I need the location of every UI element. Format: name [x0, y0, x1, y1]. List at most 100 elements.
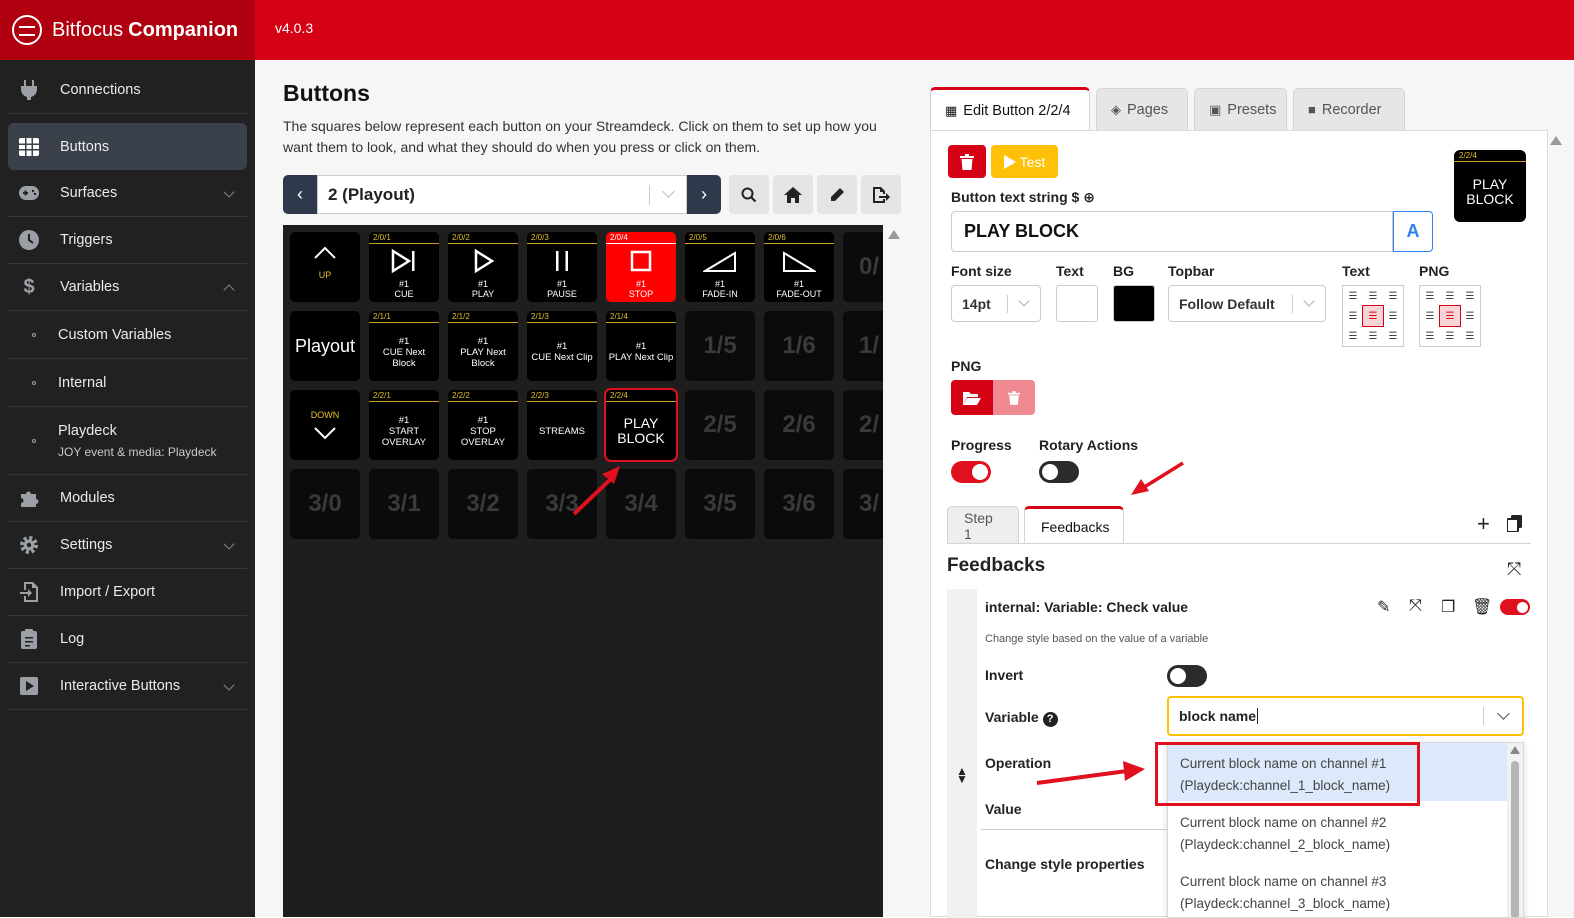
sidebar-item-log[interactable]: Log: [8, 616, 247, 663]
align-icon[interactable]: ☰: [1460, 306, 1480, 326]
sidebar-item-modules[interactable]: Modules: [8, 475, 247, 522]
button-stop[interactable]: 2/0/4 #1 STOP: [606, 232, 676, 302]
button-play[interactable]: 2/0/2 #1 PLAY: [448, 232, 518, 302]
align-icon[interactable]: ☰: [1363, 326, 1383, 346]
home-button[interactable]: [773, 175, 813, 214]
export-page-button[interactable]: [861, 175, 901, 214]
button-start-overlay[interactable]: 2/2/1 #1 START OVERLAY: [369, 390, 439, 460]
tab-edit-button[interactable]: ▦ Edit Button 2/2/4: [930, 87, 1090, 131]
button-text-input[interactable]: PLAY BLOCK: [951, 211, 1393, 252]
edit-page-button[interactable]: [817, 175, 857, 214]
panel-scroll-up-icon[interactable]: [1550, 136, 1562, 145]
sidebar-item-triggers[interactable]: Triggers: [8, 217, 247, 264]
align-icon[interactable]: ☰: [1343, 286, 1363, 306]
tab-step-1[interactable]: Step 1: [947, 506, 1019, 544]
align-icon[interactable]: ☰: [1363, 286, 1383, 306]
button-down[interactable]: DOWN: [290, 390, 360, 460]
feedback-enable-toggle[interactable]: [1500, 599, 1530, 615]
scroll-thumb[interactable]: [1511, 761, 1519, 917]
align-icon[interactable]: ☰: [1440, 286, 1460, 306]
button-cue-next-block[interactable]: 2/1/1 #1 CUE Next Block: [369, 311, 439, 381]
add-step-icon[interactable]: +: [1477, 511, 1490, 537]
bg-color-swatch[interactable]: [1113, 285, 1155, 322]
align-icon[interactable]: ☰: [1420, 286, 1440, 306]
png-clear-button[interactable]: [993, 380, 1035, 415]
button-empty[interactable]: 0/: [843, 232, 883, 302]
button-play-next-block[interactable]: 2/1/2 #1 PLAY Next Block: [448, 311, 518, 381]
align-icon[interactable]: ☰: [1383, 306, 1403, 326]
button-empty[interactable]: 3/2: [448, 469, 518, 539]
button-playout[interactable]: Playout: [290, 311, 360, 381]
sidebar-item-playdeck[interactable]: Playdeck JOY event & media: Playdeck: [8, 407, 247, 475]
variable-input[interactable]: block name: [1167, 696, 1524, 736]
tab-recorder[interactable]: ■ Recorder: [1293, 88, 1405, 130]
button-empty[interactable]: 1/6: [764, 311, 834, 381]
copy-icon[interactable]: ❐: [1441, 597, 1455, 617]
collapse-icon[interactable]: ⤧: [1409, 597, 1422, 615]
text-color-swatch[interactable]: [1056, 285, 1098, 322]
dropdown-scrollbar[interactable]: [1507, 743, 1523, 917]
dropdown-option[interactable]: Current block name on channel #2 (Playdec…: [1168, 802, 1508, 860]
sidebar-item-variables[interactable]: $ Variables: [8, 264, 247, 311]
font-size-select[interactable]: 14pt: [951, 285, 1041, 322]
align-icon[interactable]: ☰: [1383, 286, 1403, 306]
tab-presets[interactable]: ▣ Presets: [1194, 88, 1287, 130]
button-empty[interactable]: 3/5: [685, 469, 755, 539]
align-icon[interactable]: ☰: [1343, 326, 1363, 346]
sidebar-item-custom-variables[interactable]: Custom Variables: [8, 311, 247, 359]
text-alignment-grid[interactable]: ☰ ☰ ☰ ☰ ☰ ☰ ☰ ☰ ☰: [1342, 285, 1404, 347]
button-pause[interactable]: 2/0/3 #1 PAUSE: [527, 232, 597, 302]
button-empty[interactable]: 2/6: [764, 390, 834, 460]
align-icon[interactable]: ☰: [1440, 326, 1460, 346]
align-icon[interactable]: ☰: [1460, 326, 1480, 346]
button-cue-next-clip[interactable]: 2/1/3 #1 CUE Next Clip: [527, 311, 597, 381]
font-picker-button[interactable]: A: [1393, 211, 1433, 252]
button-stop-overlay[interactable]: 2/2/2 #1 STOP OVERLAY: [448, 390, 518, 460]
align-icon[interactable]: ☰: [1343, 306, 1363, 326]
png-upload-button[interactable]: [951, 380, 993, 415]
button-play-next-clip[interactable]: 2/1/4 #1 PLAY Next Clip: [606, 311, 676, 381]
grid-scroll-up-icon[interactable]: [888, 230, 900, 239]
invert-toggle[interactable]: [1167, 665, 1207, 687]
button-play-block[interactable]: 2/2/4 PLAY BLOCK: [604, 388, 678, 462]
tab-feedbacks[interactable]: Feedbacks: [1024, 506, 1124, 544]
sidebar-item-interactive-buttons[interactable]: Interactive Buttons: [8, 663, 247, 710]
search-button[interactable]: [729, 175, 769, 214]
brand[interactable]: Bitfocus Companion: [0, 0, 255, 60]
delete-button[interactable]: [948, 145, 986, 178]
button-empty[interactable]: 2/: [843, 390, 883, 460]
sidebar-item-import-export[interactable]: Import / Export: [8, 569, 247, 616]
button-empty[interactable]: 3/1: [369, 469, 439, 539]
align-icon[interactable]: ☰: [1383, 326, 1403, 346]
prev-page-button[interactable]: ‹: [283, 175, 317, 214]
test-button[interactable]: Test: [991, 145, 1058, 178]
align-icon[interactable]: ☰: [1439, 305, 1461, 327]
button-empty[interactable]: 3/: [843, 469, 883, 539]
dropdown-option[interactable]: Current block name on channel #3 (Playdec…: [1168, 861, 1508, 917]
button-empty[interactable]: 1/5: [685, 311, 755, 381]
sidebar-item-surfaces[interactable]: Surfaces: [8, 170, 247, 217]
sidebar-item-internal[interactable]: Internal: [8, 359, 247, 407]
collapse-all-icon[interactable]: ⤧: [1507, 559, 1521, 580]
button-fade-in[interactable]: 2/0/5 #1 FADE-IN: [685, 232, 755, 302]
align-icon[interactable]: ☰: [1362, 305, 1384, 327]
button-up[interactable]: UP: [290, 232, 360, 302]
tab-pages[interactable]: ◈ Pages: [1096, 88, 1188, 130]
rotary-actions-toggle[interactable]: [1039, 461, 1079, 483]
button-empty[interactable]: 1/: [843, 311, 883, 381]
copy-icon[interactable]: [1506, 515, 1522, 537]
button-streams[interactable]: 2/2/3 STREAMS: [527, 390, 597, 460]
pencil-icon[interactable]: ✎: [1377, 597, 1390, 617]
feedback-drag-handle[interactable]: ▲ ▼: [947, 589, 977, 918]
sidebar-item-settings[interactable]: Settings: [8, 522, 247, 569]
align-icon[interactable]: ☰: [1420, 326, 1440, 346]
sidebar-item-buttons[interactable]: Buttons: [8, 123, 247, 170]
button-empty[interactable]: 3/6: [764, 469, 834, 539]
progress-toggle[interactable]: [951, 461, 991, 483]
button-empty[interactable]: 2/5: [685, 390, 755, 460]
button-empty[interactable]: 3/3: [527, 469, 597, 539]
next-page-button[interactable]: ›: [687, 175, 721, 214]
trash-icon[interactable]: 🗑: [1472, 597, 1492, 617]
page-select[interactable]: 2 (Playout): [317, 175, 687, 214]
align-icon[interactable]: ☰: [1420, 306, 1440, 326]
